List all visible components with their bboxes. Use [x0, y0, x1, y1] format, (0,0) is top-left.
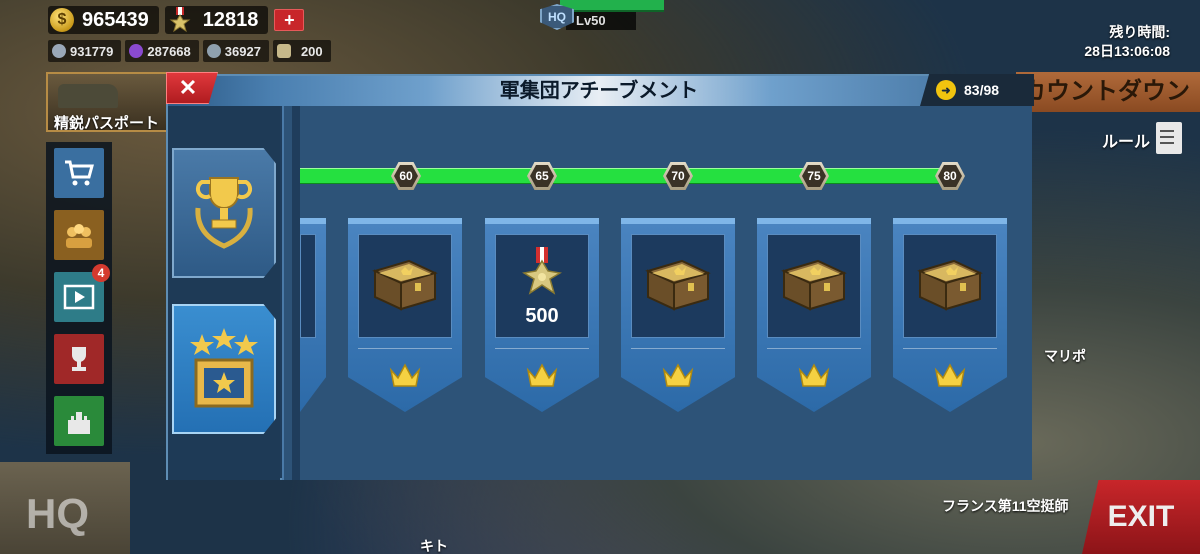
reward-card-inner [631, 234, 725, 338]
gold-coin-icon: $ [50, 8, 74, 32]
crown-icon [798, 363, 830, 387]
parts-amount: 36927 [224, 43, 261, 59]
timer-value: 28日13:06:08 [1084, 43, 1170, 59]
star-chest-icon [190, 328, 258, 408]
reward-card-separator [631, 348, 725, 349]
reward-card-inner [358, 234, 452, 338]
reward-card-separator [903, 348, 997, 349]
gold-amount: 965439 [82, 8, 149, 31]
milestone-65-label: 65 [530, 165, 554, 187]
trophy-icon [72, 347, 86, 371]
shop-cart-button[interactable] [54, 148, 104, 198]
oil-icon [129, 44, 144, 58]
notification-badge: 4 [92, 264, 110, 282]
tab-trophy[interactable] [172, 148, 276, 278]
hq-button[interactable]: HQ [0, 462, 130, 554]
reward-card-75[interactable] [757, 218, 871, 412]
generals-icon [66, 224, 92, 248]
supply-resource[interactable]: 200 [272, 40, 331, 62]
reward-card-partial-inner [300, 234, 316, 338]
chest-icon [645, 259, 711, 311]
medal-display[interactable]: 12818 [164, 6, 269, 34]
countdown-banner[interactable]: カウントダウン [1016, 72, 1200, 112]
map-unit-label[interactable]: フランス第11空挺師 [942, 496, 1069, 516]
achievement-score: ➜ 83/98 [920, 74, 1034, 106]
crown-icon [389, 363, 421, 387]
hq-button-label: HQ [26, 490, 89, 537]
steel-resource[interactable]: 931779 [48, 40, 122, 62]
reward-card-70[interactable] [621, 218, 735, 412]
hq-exp-bar [560, 0, 664, 12]
milestone-60-label: 60 [394, 165, 418, 187]
chest-icon [917, 259, 983, 311]
castle-icon [68, 412, 90, 434]
resource-bar-bottom: 931779 287668 36927 200 [48, 40, 331, 62]
side-menu [46, 142, 112, 454]
trophy-laurel-icon [195, 177, 253, 249]
crown-icon [662, 363, 694, 387]
generals-button[interactable] [54, 210, 104, 260]
gold-display[interactable]: $ 965439 [48, 6, 159, 34]
milestone-75-label: 75 [802, 165, 826, 187]
reward-card-inner [767, 234, 861, 338]
chest-icon [781, 259, 847, 311]
reward-card-separator [358, 348, 452, 349]
elite-passport-label: 精鋭パスポート [54, 115, 160, 132]
crown-icon [526, 363, 558, 387]
content-divider [292, 106, 300, 480]
score-arrow-icon: ➜ [936, 80, 956, 100]
supply-amount: 200 [300, 43, 323, 59]
medal-icon [522, 246, 562, 295]
crown-icon [934, 363, 966, 387]
tower-button[interactable] [54, 396, 104, 446]
add-currency-button[interactable]: + [274, 9, 305, 31]
medal-amount: 12818 [202, 8, 259, 31]
reward-card-separator [767, 348, 861, 349]
map-city-label-2[interactable]: マリポ [1044, 346, 1086, 366]
tab-star-chest[interactable] [172, 304, 276, 434]
trophy-button[interactable] [54, 334, 104, 384]
milestone-80-label: 80 [938, 165, 962, 187]
exit-button[interactable]: EXIT [1082, 480, 1200, 554]
rule-document-icon[interactable] [1156, 122, 1182, 154]
oil-amount: 287668 [147, 43, 191, 59]
reward-card-60[interactable] [348, 218, 462, 412]
steel-amount: 931779 [70, 43, 114, 59]
chest-icon [372, 259, 438, 311]
elite-passport-banner[interactable]: 精鋭パスポート [46, 72, 170, 132]
reward-card-inner: 500 [495, 234, 589, 338]
score-value: 83/98 [964, 82, 1000, 98]
cog-icon [206, 44, 221, 58]
milestone-70-label: 70 [666, 165, 690, 187]
parts-resource[interactable]: 36927 [202, 40, 269, 62]
timer-label: 残り時間: [1109, 24, 1170, 40]
reward-card-separator [495, 348, 589, 349]
hq-level: Lv50 [566, 12, 636, 30]
resource-bar-top: $ 965439 12818 + [48, 6, 305, 34]
shield-icon [276, 44, 291, 58]
film-icon [63, 284, 95, 310]
map-city-label[interactable]: キト [420, 536, 448, 554]
reward-card-80[interactable] [893, 218, 1007, 412]
gear-icon [52, 44, 66, 58]
rule-label[interactable]: ルール [1102, 128, 1150, 152]
reward-card-inner [903, 234, 997, 338]
oil-resource[interactable]: 287668 [125, 40, 199, 62]
tank-icon [58, 84, 118, 108]
panel-title: 軍集団アチーブメント [499, 80, 699, 102]
reward-amount: 500 [525, 304, 559, 327]
medal-icon [169, 7, 191, 33]
reward-card-65[interactable]: 500 [485, 218, 599, 412]
cart-icon [65, 160, 94, 186]
